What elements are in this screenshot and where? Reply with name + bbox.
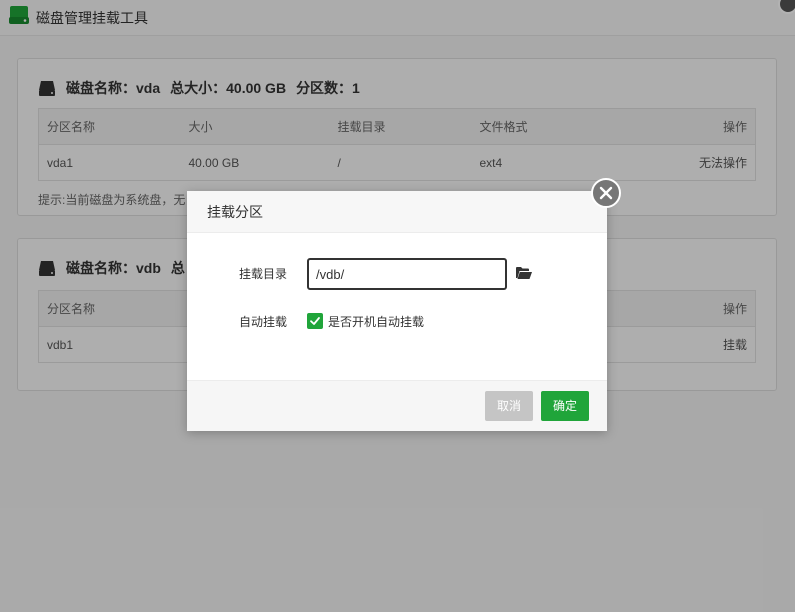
auto-mount-label: 自动挂载 — [238, 315, 287, 329]
mount-dir-input[interactable] — [307, 258, 507, 290]
confirm-button[interactable]: 确定 — [541, 391, 589, 421]
dialog-title: 挂载分区 — [187, 191, 607, 233]
close-icon[interactable] — [591, 178, 621, 208]
auto-mount-text[interactable]: 是否开机自动挂载 — [328, 306, 424, 338]
cancel-button[interactable]: 取消 — [485, 391, 533, 421]
folder-open-icon[interactable] — [516, 266, 532, 280]
dialog-footer: 取消 确定 — [187, 380, 607, 431]
mount-dir-label: 挂载目录 — [238, 267, 287, 281]
auto-mount-checkbox[interactable] — [307, 313, 323, 329]
mount-partition-dialog: 挂载分区 挂载目录 自动挂载 是否开机自动挂载 取消 确定 — [187, 178, 621, 431]
mount-dir-row: 挂载目录 — [187, 258, 607, 290]
checkmark-icon — [310, 317, 320, 325]
auto-mount-row: 自动挂载 是否开机自动挂载 — [187, 306, 607, 338]
